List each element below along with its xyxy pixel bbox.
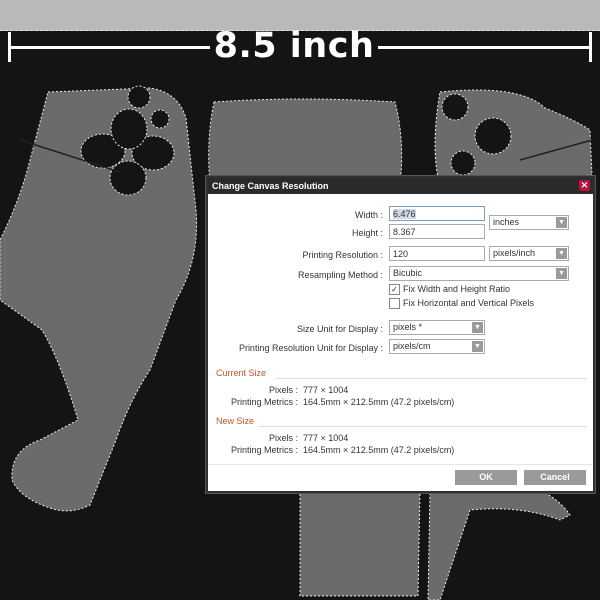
measurement-line-left [8,46,210,49]
cutout-circle [109,160,147,196]
close-icon[interactable]: × [579,180,590,191]
resampling-method-select[interactable]: Bicubic ▼ [389,266,569,281]
dialog-titlebar[interactable]: Change Canvas Resolution × [208,178,593,194]
width-field[interactable]: 6.476 [389,206,485,221]
cutout-circle [474,117,512,155]
cutout-circle [441,93,469,121]
new-metrics-label: Printing Metrics : [230,445,298,455]
chevron-down-icon: ▼ [556,217,567,228]
cutout-circle [150,109,170,129]
checkbox-icon[interactable] [389,298,400,310]
pattern-piece-center-lower [299,489,421,597]
current-pixels-value: 777 × 1004 [303,385,349,395]
chevron-down-icon: ▼ [472,322,483,333]
fix-ratio-checkbox[interactable]: ✓ Fix Width and Height Ratio [389,284,511,296]
divider [258,426,587,427]
resampling-method-value: Bicubic [393,268,423,278]
change-canvas-resolution-dialog: Change Canvas Resolution × Width : 6.476… [206,176,595,493]
measurement-label: 8.5 inch [213,26,375,66]
chevron-down-icon: ▼ [472,341,483,352]
chevron-down-icon: ▼ [556,268,567,279]
cutout-circle [127,85,151,109]
fix-pixels-checkbox[interactable]: Fix Horizontal and Vertical Pixels [389,298,535,310]
current-metrics-value: 164.5mm × 212.5mm (47.2 pixels/cm) [303,397,455,407]
pattern-piece-center [208,98,403,186]
width-label: Width : [354,210,383,220]
size-unit-value: inches [493,217,520,227]
dialog-title: Change Canvas Resolution [212,181,329,191]
printing-resolution-field[interactable]: 120 [389,246,485,261]
print-res-unit-display-value: pixels/cm [393,341,431,351]
current-size-title: Current Size [216,368,267,378]
chevron-down-icon: ▼ [556,248,567,259]
size-unit-display-label: Size Unit for Display : [296,324,383,334]
size-unit-display-value: pixels * [393,322,423,332]
height-label: Height : [351,228,383,238]
fix-pixels-label: Fix Horizontal and Vertical Pixels [403,298,535,308]
cutout-circle [110,108,148,150]
height-field[interactable]: 8.367 [389,224,485,239]
resampling-method-label: Resampling Method : [297,270,383,280]
checkbox-checked-icon[interactable]: ✓ [389,284,400,296]
new-size-title: New Size [216,416,255,426]
cancel-button[interactable]: Cancel [524,470,586,485]
divider [276,378,587,379]
size-unit-select[interactable]: inches ▼ [489,215,569,230]
measurement-tick-right [589,32,592,62]
current-pixels-label: Pixels : [268,385,298,395]
resolution-unit-select[interactable]: pixels/inch ▼ [489,246,569,261]
current-metrics-label: Printing Metrics : [230,397,298,407]
print-res-unit-display-select[interactable]: pixels/cm ▼ [389,339,485,354]
measurement-line-right [378,46,592,49]
pattern-piece-right-lower [427,489,571,600]
new-metrics-value: 164.5mm × 212.5mm (47.2 pixels/cm) [303,445,455,455]
print-res-unit-display-label: Printing Resolution Unit for Display : [238,343,383,353]
resolution-unit-value: pixels/inch [493,248,536,258]
printing-resolution-label: Printing Resolution : [302,250,383,260]
new-pixels-value: 777 × 1004 [303,433,349,443]
size-unit-display-select[interactable]: pixels * ▼ [389,320,485,335]
cutout-circle [450,150,476,176]
fix-ratio-label: Fix Width and Height Ratio [403,284,511,294]
ok-button[interactable]: OK [455,470,517,485]
divider [208,464,593,465]
new-pixels-label: Pixels : [268,433,298,443]
